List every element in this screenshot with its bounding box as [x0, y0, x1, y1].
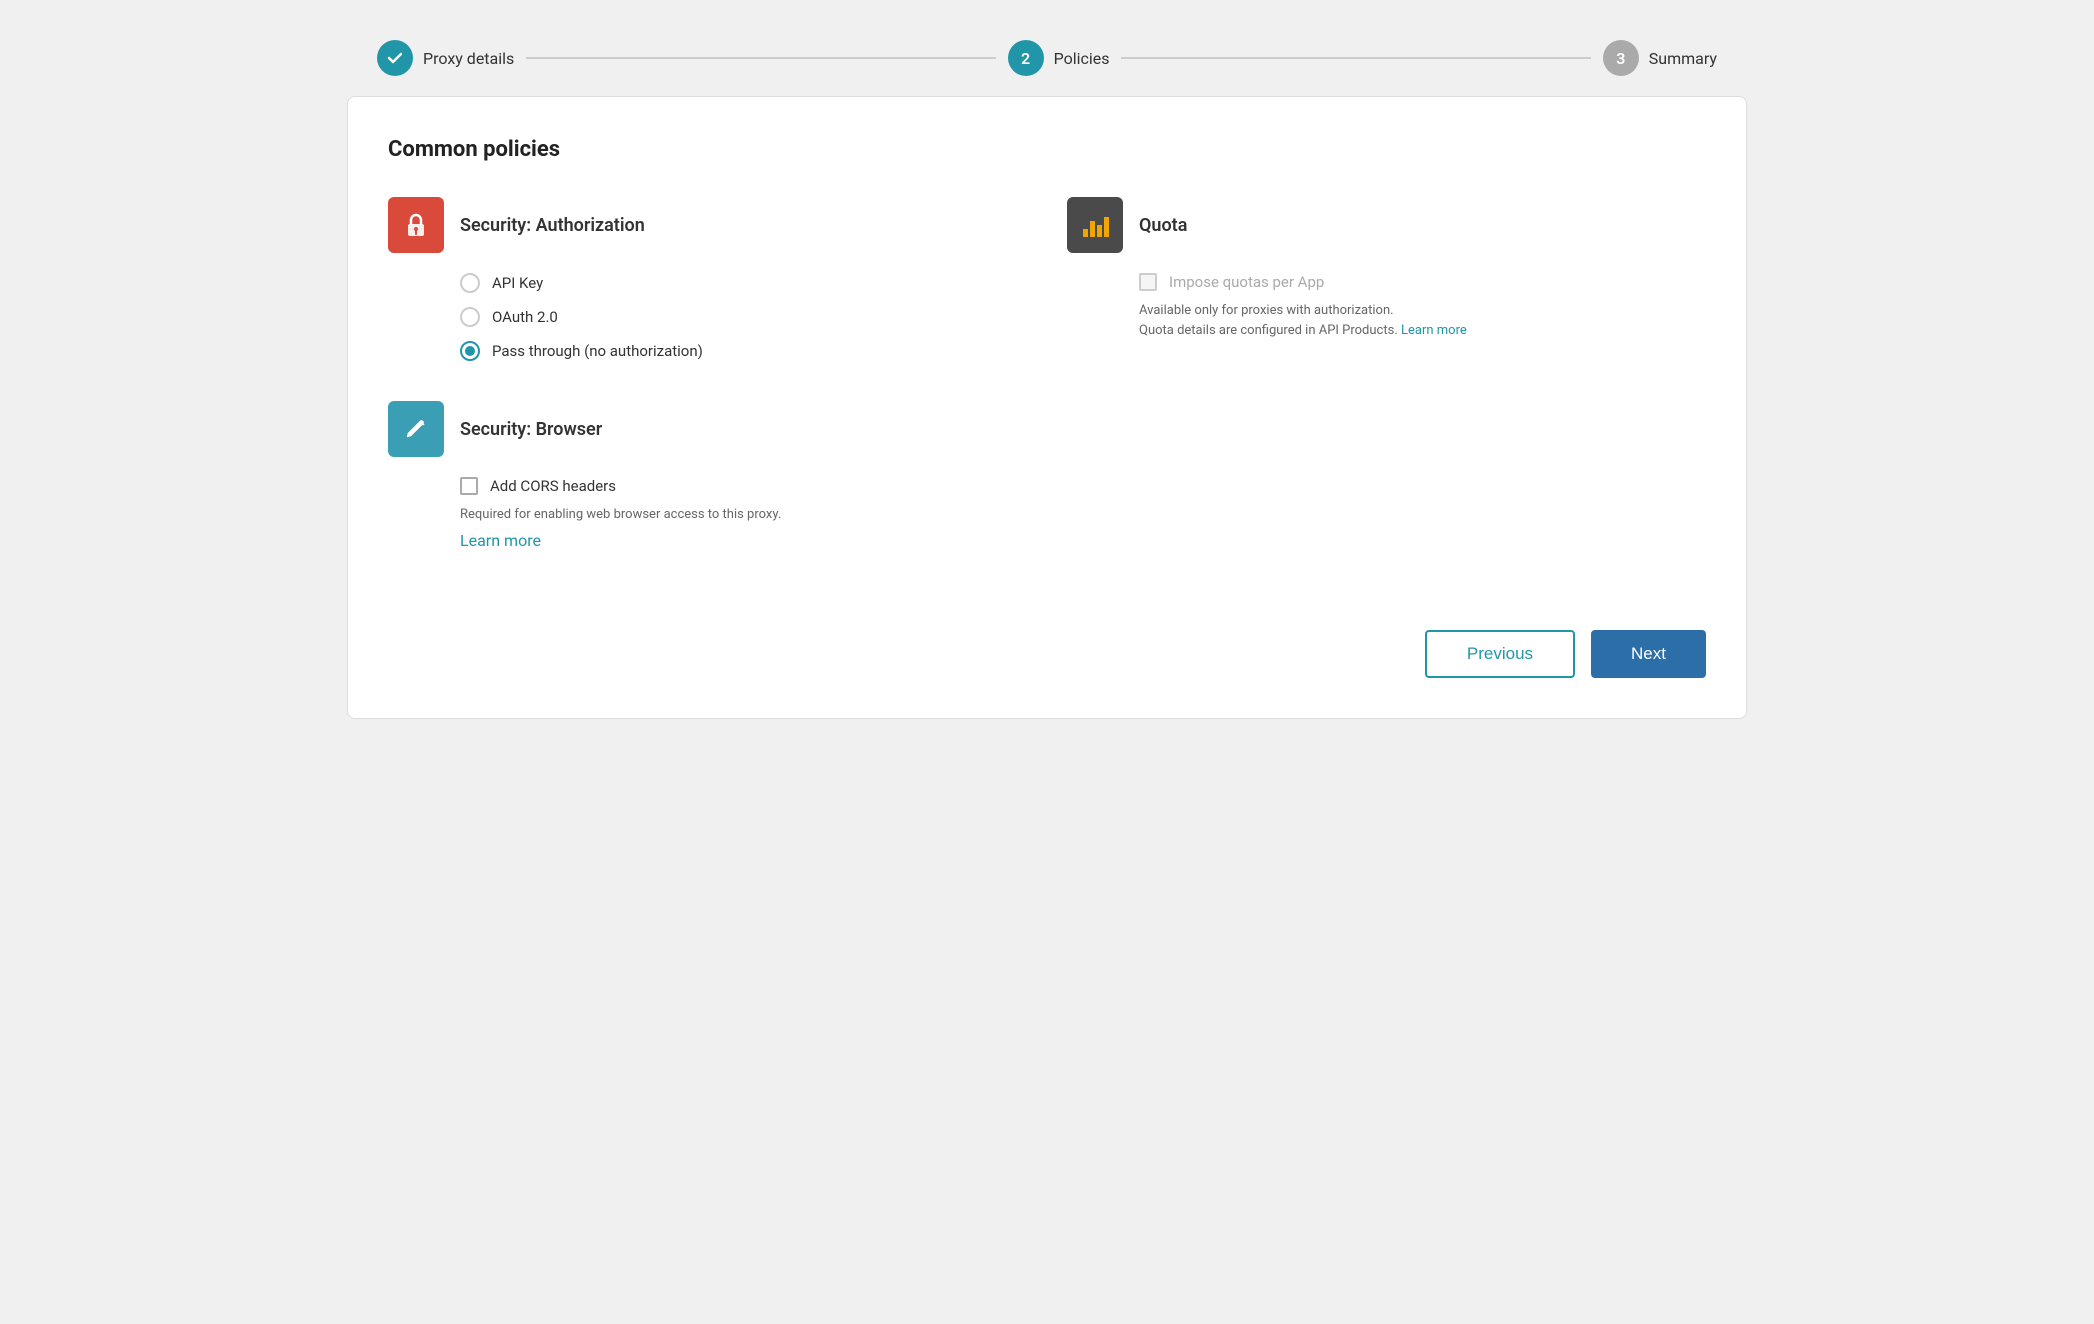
quota-checkbox-input[interactable]: [1139, 273, 1157, 291]
cors-checkbox-input[interactable]: [460, 477, 478, 495]
quota-helper-line2: Quota details are configured in API Prod…: [1139, 323, 1401, 338]
radio-api-key-input[interactable]: [460, 273, 480, 293]
quota-title: Quota: [1139, 215, 1187, 236]
cors-helper-line: Required for enabling web browser access…: [460, 507, 781, 522]
quota-header: Quota: [1067, 197, 1706, 253]
radio-pass-through[interactable]: Pass through (no authorization): [460, 341, 1027, 361]
card-title: Common policies: [388, 137, 1706, 162]
security-auth-icon: [388, 197, 444, 253]
step-label-policies: Policies: [1054, 49, 1110, 68]
security-browser-section: Security: Browser Add CORS headers Requi…: [388, 401, 1706, 550]
quota-learn-more-link[interactable]: Learn more: [1401, 323, 1467, 338]
radio-oauth-input[interactable]: [460, 307, 480, 327]
previous-button[interactable]: Previous: [1425, 630, 1575, 678]
cors-checkbox-option: Add CORS headers: [460, 477, 1706, 495]
security-authorization-section: Security: Authorization API Key OAuth 2.…: [388, 197, 1027, 361]
quota-checkbox-group: Impose quotas per App Available only for…: [1139, 273, 1706, 340]
step-connector-1: [526, 57, 995, 59]
step-circle-policies: 2: [1008, 40, 1044, 76]
step-circle-proxy-details: [377, 40, 413, 76]
step-summary: 3 Summary: [1603, 40, 1717, 76]
radio-pass-through-input[interactable]: [460, 341, 480, 361]
radio-pass-through-label: Pass through (no authorization): [492, 342, 703, 360]
step-label-summary: Summary: [1649, 49, 1717, 68]
page-wrapper: Proxy details 2 Policies 3 Summary Commo…: [347, 20, 1747, 719]
quota-helper-text: Available only for proxies with authoriz…: [1139, 301, 1706, 340]
step-connector-2: [1121, 57, 1590, 59]
quota-helper-line1: Available only for proxies with authoriz…: [1139, 303, 1394, 318]
cors-checkbox-label: Add CORS headers: [490, 477, 616, 495]
radio-api-key[interactable]: API Key: [460, 273, 1027, 293]
step-circle-summary: 3: [1603, 40, 1639, 76]
security-auth-header: Security: Authorization: [388, 197, 1027, 253]
auth-radio-group: API Key OAuth 2.0 Pass through (no autho…: [460, 273, 1027, 361]
step-proxy-details: Proxy details: [377, 40, 514, 76]
security-browser-icon: [388, 401, 444, 457]
security-auth-title: Security: Authorization: [460, 215, 645, 236]
bottom-actions: Previous Next: [388, 610, 1706, 678]
cors-checkbox-group: Add CORS headers Required for enabling w…: [460, 477, 1706, 550]
radio-api-key-label: API Key: [492, 274, 543, 292]
main-card: Common policies Security: Authorization: [347, 96, 1747, 719]
policies-grid: Security: Authorization API Key OAuth 2.…: [388, 197, 1706, 361]
cors-helper-text: Required for enabling web browser access…: [460, 505, 1706, 525]
step-policies: 2 Policies: [1008, 40, 1110, 76]
quota-checkbox-option: Impose quotas per App: [1139, 273, 1706, 291]
stepper: Proxy details 2 Policies 3 Summary: [347, 20, 1747, 96]
security-browser-header: Security: Browser: [388, 401, 1706, 457]
cors-learn-more-link[interactable]: Learn more: [460, 531, 541, 550]
radio-oauth-label: OAuth 2.0: [492, 308, 558, 326]
quota-checkbox-label: Impose quotas per App: [1169, 273, 1324, 291]
radio-oauth[interactable]: OAuth 2.0: [460, 307, 1027, 327]
quota-icon: [1067, 197, 1123, 253]
quota-section: Quota Impose quotas per App Available on…: [1067, 197, 1706, 361]
step-label-proxy-details: Proxy details: [423, 49, 514, 68]
security-browser-title: Security: Browser: [460, 419, 602, 440]
next-button[interactable]: Next: [1591, 630, 1706, 678]
